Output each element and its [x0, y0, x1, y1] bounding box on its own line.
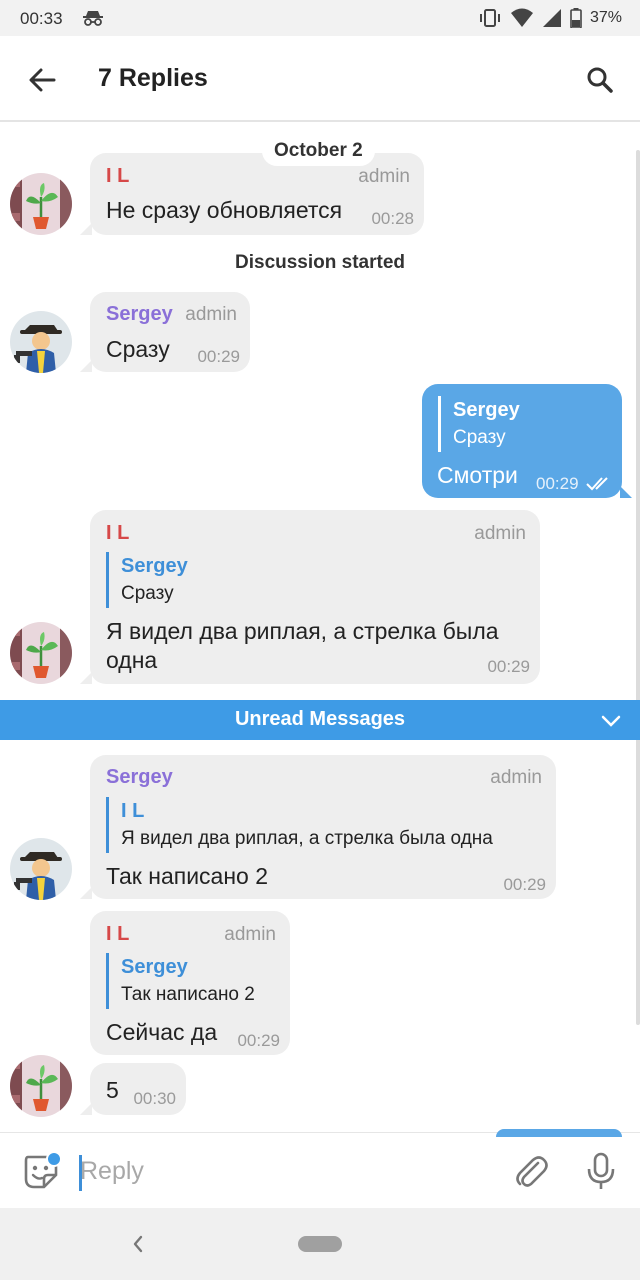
quote-name: Sergey [121, 555, 188, 577]
message-bubble-outgoing[interactable]: Sergey Сразу Смотри 00:29 [422, 384, 632, 498]
avatar-sergey[interactable] [10, 838, 72, 900]
unread-label: Unread Messages [234, 708, 406, 730]
message-time: 00:30 [133, 1089, 176, 1108]
message-time: 00:28 [371, 209, 414, 228]
message-bubble[interactable]: Sergey admin I L Я видел два риплая, а с… [80, 755, 556, 899]
paperclip-icon[interactable] [512, 1153, 550, 1191]
avatar-il[interactable] [10, 1055, 72, 1117]
message-time: 00:29 [197, 347, 240, 366]
avatar-il[interactable] [10, 622, 72, 684]
admin-badge: admin [490, 767, 542, 788]
date-separator: October 2 [262, 136, 375, 166]
nav-home-pill[interactable] [298, 1236, 342, 1252]
message-text: Сразу [106, 336, 170, 362]
quote-text: Сразу [453, 427, 506, 448]
message-text: Так написано 2 [106, 863, 269, 889]
message-text-line-2: одна [106, 647, 158, 673]
system-nav-bar [0, 1208, 640, 1280]
message-time: 00:29 [237, 1031, 280, 1050]
admin-badge: admin [185, 304, 237, 325]
message-bubble[interactable]: I L admin Sergey Сразу Я видел два рипла… [80, 510, 540, 684]
microphone-icon[interactable] [582, 1151, 620, 1191]
vault-boy-avatar-icon [10, 311, 72, 373]
sender-name[interactable]: I L [106, 923, 129, 946]
plant-avatar-icon [10, 1055, 72, 1117]
vault-boy-avatar-icon [10, 838, 72, 900]
quote-text: Сразу [121, 583, 174, 604]
sender-name[interactable]: I L [106, 165, 129, 188]
nav-back-icon[interactable] [126, 1232, 150, 1256]
notification-dot [46, 1151, 62, 1167]
message-time: 00:29 [487, 657, 530, 676]
message-text: Сейчас да [106, 1019, 218, 1045]
message-text-line-1: Я видел два риплая, а стрелка была [106, 618, 499, 644]
quote-text: Я видел два риплая, а стрелка была одна [121, 828, 493, 849]
message-time: 00:29 [536, 474, 579, 493]
reply-quote[interactable]: I L Я видел два риплая, а стрелка была о… [106, 797, 493, 853]
scrollbar[interactable] [636, 150, 640, 1025]
quote-text: Так написано 2 [121, 984, 255, 1005]
message-text: 5 [106, 1077, 119, 1103]
message-bubble[interactable]: Sergey admin Сразу 00:29 [80, 292, 250, 372]
reply-quote[interactable]: Sergey Сразу [106, 552, 188, 608]
service-message: Discussion started [235, 252, 405, 273]
admin-badge: admin [474, 523, 526, 544]
message-bubble[interactable]: I L admin Sergey Так написано 2 Сейчас д… [90, 911, 290, 1055]
quote-name: Sergey [121, 956, 188, 978]
quote-name: Sergey [453, 399, 520, 421]
sender-name[interactable]: Sergey [106, 303, 173, 326]
message-bubble[interactable]: 5 00:30 [80, 1063, 186, 1115]
plant-avatar-icon [10, 173, 72, 235]
compose-bar [0, 1129, 640, 1208]
double-check-icon [586, 477, 608, 491]
unread-messages-bar: Unread Messages [0, 700, 640, 740]
avatar-sergey[interactable] [10, 311, 72, 373]
message-list[interactable]: October 2 I L admin Не сразу обновляется… [0, 0, 640, 1132]
plant-avatar-icon [10, 622, 72, 684]
reply-input[interactable] [80, 1149, 480, 1193]
avatar-il[interactable] [10, 173, 72, 235]
admin-badge: admin [224, 924, 276, 945]
message-time: 00:29 [503, 875, 546, 894]
sender-name[interactable]: Sergey [106, 766, 173, 789]
message-bubble-peek [496, 1129, 622, 1137]
chevron-down-icon[interactable] [600, 710, 622, 730]
admin-badge: admin [358, 166, 410, 187]
message-text: Не сразу обновляется [106, 197, 343, 223]
sender-name[interactable]: I L [106, 522, 129, 545]
reply-quote[interactable]: Sergey Так написано 2 [106, 953, 255, 1009]
message-text: Смотри [437, 462, 518, 488]
reply-quote[interactable]: Sergey Сразу [438, 396, 520, 452]
message-bubble[interactable]: I L admin Не сразу обновляется 00:28 [80, 153, 424, 235]
quote-name: I L [121, 800, 145, 822]
